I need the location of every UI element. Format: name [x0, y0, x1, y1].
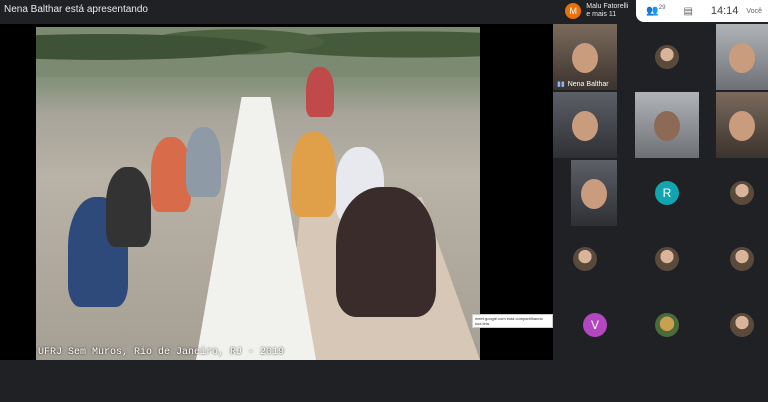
person-figure	[186, 127, 221, 197]
participant-avatar	[655, 247, 679, 271]
participant-video	[572, 43, 598, 74]
participant-video	[654, 111, 680, 142]
participant-tile[interactable]	[716, 92, 768, 158]
participant-video	[729, 111, 755, 142]
self-label: Você	[746, 7, 762, 15]
shared-screen: UFRJ Sem Muros, Rio de Janeiro, RJ - 201…	[0, 24, 553, 360]
participant-avatar	[730, 313, 754, 337]
person-figure	[306, 67, 334, 117]
participant-tile[interactable]: V	[563, 292, 627, 358]
photo-caption: UFRJ Sem Muros, Rio de Janeiro, RJ - 201…	[38, 347, 285, 358]
participant-tile[interactable]	[635, 292, 699, 358]
participant-notification[interactable]: M Malu Fatorelli e mais 11	[559, 0, 637, 22]
presenter-label: Nena Balthar está apresentando	[4, 4, 148, 15]
presentation-photo: UFRJ Sem Muros, Rio de Janeiro, RJ - 201…	[36, 27, 480, 360]
participant-tile[interactable]	[716, 292, 768, 358]
participant-avatar	[730, 247, 754, 271]
participant-tile[interactable]	[716, 160, 768, 226]
person-figure	[151, 137, 191, 212]
mic-active-icon: ▮▮	[557, 81, 565, 88]
notification-text: Malu Fatorelli e mais 11	[586, 3, 628, 19]
participant-tile[interactable]	[635, 226, 699, 292]
participant-name: ▮▮ Nena Balthar	[557, 80, 609, 89]
participant-tile[interactable]: R	[635, 160, 699, 226]
person-figure	[106, 167, 151, 247]
people-count: 29	[658, 5, 666, 12]
person-figure	[336, 187, 436, 317]
participant-avatar	[655, 45, 679, 69]
notification-line1: Malu Fatorelli	[586, 3, 629, 10]
trees-background	[36, 27, 480, 77]
participant-tile[interactable]	[553, 226, 617, 292]
participant-video	[729, 43, 755, 74]
people-icon[interactable]: 👥29	[646, 5, 665, 16]
participant-avatar	[573, 247, 597, 271]
participant-tile[interactable]	[716, 24, 768, 90]
screen-share-tooltip: meet.google.com está compartilhando sua …	[472, 314, 553, 328]
participant-avatar	[730, 181, 754, 205]
participant-avatar	[655, 313, 679, 337]
participant-tile[interactable]	[571, 160, 617, 226]
participant-video	[581, 179, 607, 210]
participant-avatar-v: V	[583, 313, 607, 337]
meeting-tray: 👥29 ▤ 14:14 Você	[636, 0, 768, 22]
participant-tile[interactable]	[635, 92, 699, 158]
top-bar-right: M Malu Fatorelli e mais 11 👥29 ▤ 14:14 V…	[559, 0, 768, 22]
person-figure	[291, 132, 336, 217]
participant-grid: ▮▮ Nena Balthar R V	[553, 24, 768, 360]
participant-tile[interactable]: ▮▮ Nena Balthar	[553, 24, 617, 90]
notification-line2: e mais 11	[586, 11, 617, 18]
notification-avatar: M	[565, 3, 582, 19]
clock: 14:14	[710, 5, 739, 17]
chat-icon[interactable]: ▤	[683, 6, 692, 17]
bottom-bar	[0, 360, 768, 402]
participant-tile[interactable]	[716, 226, 768, 292]
participant-tile[interactable]	[553, 92, 617, 158]
participant-video	[572, 111, 598, 142]
participant-tile[interactable]	[635, 24, 699, 90]
participant-avatar-r: R	[655, 181, 679, 205]
